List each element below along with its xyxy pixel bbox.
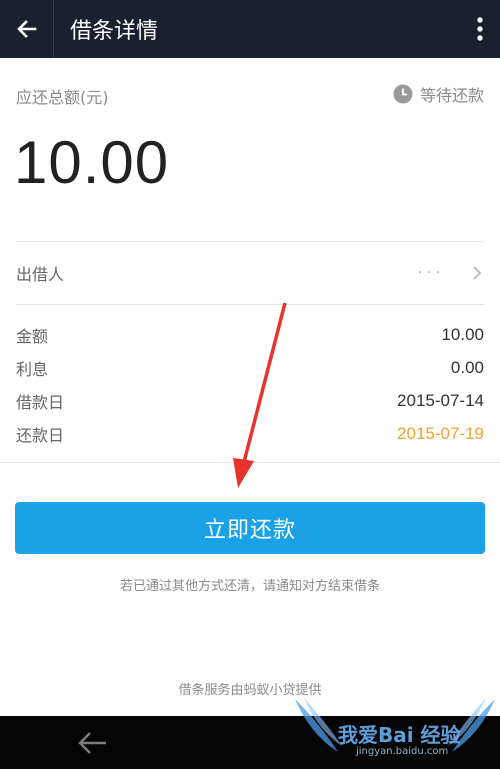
chevron-right-icon bbox=[473, 266, 482, 280]
detail-key: 金额 bbox=[16, 326, 49, 346]
detail-value: 0.00 bbox=[450, 357, 484, 377]
status-badge: 等待还款 bbox=[393, 82, 484, 106]
detail-value: 2015-07-19 bbox=[397, 423, 484, 443]
watermark-text: 我爱Bai 经验 bbox=[338, 723, 461, 747]
back-button[interactable] bbox=[0, 0, 54, 58]
detail-key: 利息 bbox=[16, 359, 49, 379]
page-title: 借条详情 bbox=[70, 19, 159, 44]
repay-now-button[interactable]: 立即还款 bbox=[15, 502, 485, 554]
app-bar: 借条详情 bbox=[0, 0, 500, 58]
detail-value: 10.00 bbox=[441, 324, 484, 344]
divider bbox=[16, 304, 484, 305]
detail-row-borrow-date: 借款日 2015-07-14 bbox=[16, 384, 484, 417]
lender-name: · · · bbox=[417, 265, 440, 281]
more-menu-button[interactable] bbox=[460, 0, 500, 58]
watermark-url: jingyan.baidu.com bbox=[356, 746, 449, 757]
lender-row[interactable]: 出借人 · · · bbox=[0, 243, 500, 303]
repay-note: 若已通过其他方式还清，请通知对方结束借条 bbox=[119, 579, 380, 594]
detail-row-amount: 金额 10.00 bbox=[16, 318, 484, 351]
status-text: 等待还款 bbox=[419, 86, 484, 105]
nav-back-icon[interactable] bbox=[76, 730, 108, 756]
total-due-label: 应还总额(元) bbox=[16, 88, 109, 107]
divider bbox=[0, 462, 500, 463]
arrow-left-icon bbox=[16, 20, 36, 38]
total-due-amount: 10.00 bbox=[14, 129, 170, 196]
detail-key: 借款日 bbox=[16, 392, 65, 412]
clock-icon bbox=[393, 84, 413, 104]
lender-label: 出借人 bbox=[16, 265, 65, 284]
detail-row-interest: 利息 0.00 bbox=[16, 351, 484, 384]
watermark: 我爱Bai 经验 jingyan.baidu.com bbox=[290, 694, 500, 769]
detail-key: 还款日 bbox=[16, 425, 65, 445]
more-vertical-icon bbox=[477, 17, 483, 41]
detail-row-repay-date: 还款日 2015-07-19 bbox=[16, 417, 484, 450]
detail-value: 2015-07-14 bbox=[397, 390, 484, 410]
divider bbox=[16, 241, 484, 242]
